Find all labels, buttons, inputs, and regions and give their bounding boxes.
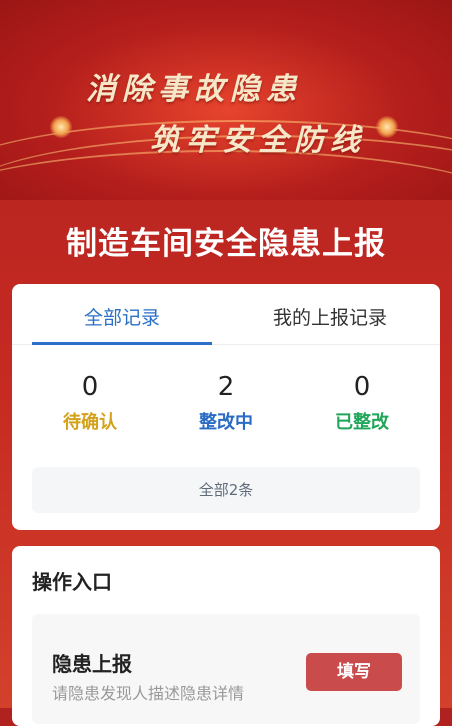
stat-in-progress[interactable]: 2 整改中 xyxy=(156,372,296,434)
slogan-line-1: 消除事故隐患 xyxy=(86,72,302,107)
stat-pending-count: 0 xyxy=(81,372,99,402)
records-card: 全部记录 我的上报记录 0 待确认 2 整改中 0 已整改 全部2条 xyxy=(12,284,440,530)
light-glow-icon xyxy=(50,116,72,138)
total-records-bar[interactable]: 全部2条 xyxy=(32,467,420,513)
stat-pending-label: 待确认 xyxy=(63,412,117,433)
tab-bar: 全部记录 我的上报记录 xyxy=(12,284,440,345)
slogan-line-2: 筑牢安全防线 xyxy=(150,123,366,158)
stat-completed[interactable]: 0 已整改 xyxy=(292,372,432,434)
light-glow-icon xyxy=(376,116,398,138)
stat-in-progress-count: 2 xyxy=(217,372,235,402)
operations-card: 操作入口 隐患上报 请隐患发现人描述隐患详情 填写 xyxy=(12,546,440,726)
hazard-report-title: 隐患上报 xyxy=(52,652,132,676)
active-tab-indicator xyxy=(32,342,212,345)
stat-completed-count: 0 xyxy=(353,372,371,402)
tab-all-records[interactable]: 全部记录 xyxy=(32,284,212,344)
stat-pending[interactable]: 0 待确认 xyxy=(20,372,160,434)
operations-title: 操作入口 xyxy=(32,570,112,594)
tab-my-records[interactable]: 我的上报记录 xyxy=(232,284,428,344)
page-title: 制造车间安全隐患上报 xyxy=(66,226,386,262)
stat-completed-label: 已整改 xyxy=(335,412,389,433)
stat-in-progress-label: 整改中 xyxy=(199,412,253,433)
header-banner: 消除事故隐患 筑牢安全防线 xyxy=(0,0,452,200)
fill-in-button[interactable]: 填写 xyxy=(306,653,402,691)
hazard-report-description: 请隐患发现人描述隐患详情 xyxy=(52,684,245,703)
